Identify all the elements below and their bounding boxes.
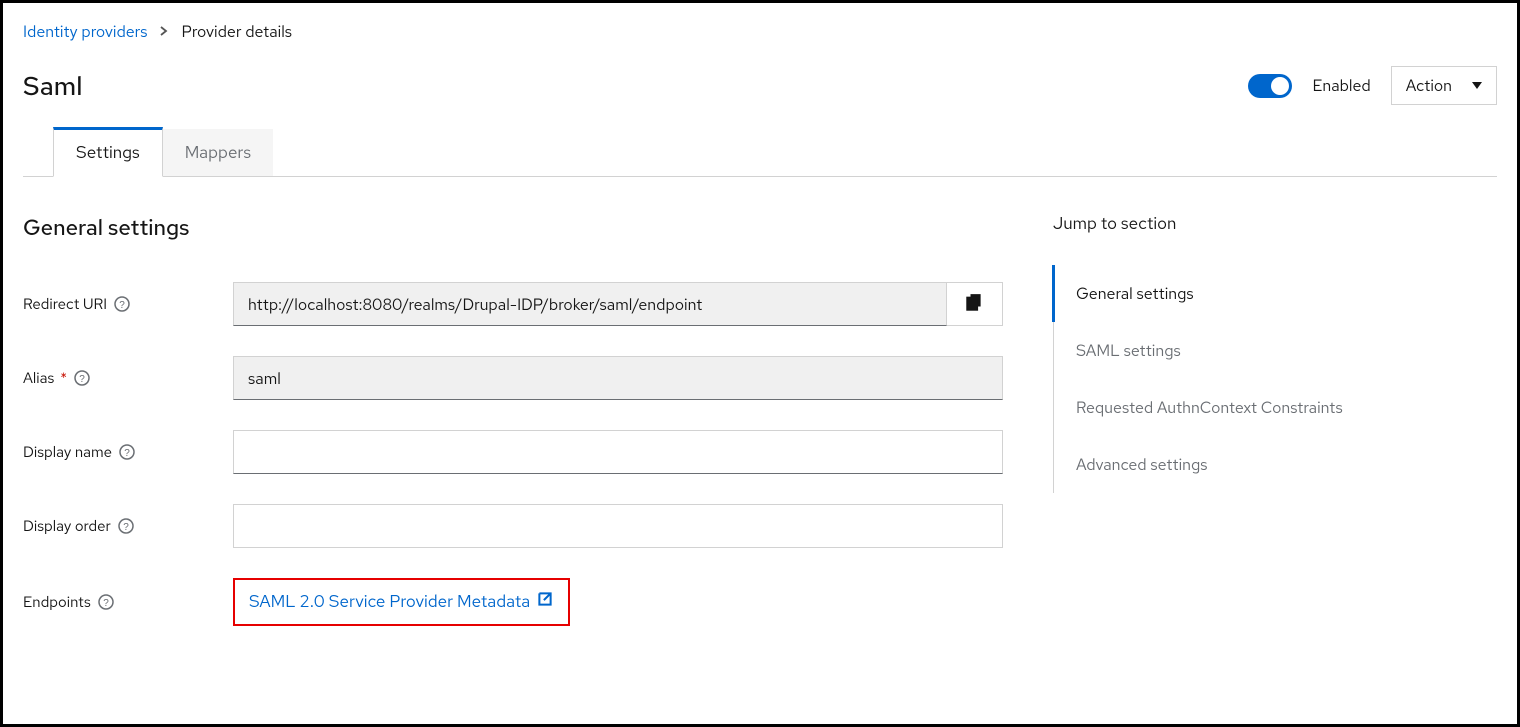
row-display-name: Display name ? <box>23 430 1003 474</box>
help-icon[interactable]: ? <box>73 369 91 387</box>
row-display-order: Display order ? <box>23 504 1003 548</box>
required-indicator: * <box>60 368 67 388</box>
chevron-right-icon <box>159 24 169 40</box>
row-alias: Alias * ? saml <box>23 356 1003 400</box>
label-redirect-uri-text: Redirect URI <box>23 294 107 314</box>
svg-text:?: ? <box>124 448 130 459</box>
svg-text:?: ? <box>103 598 109 609</box>
jump-list: General settings SAML settings Requested… <box>1053 265 1497 493</box>
label-redirect-uri: Redirect URI ? <box>23 294 233 314</box>
tab-settings[interactable]: Settings <box>53 127 163 177</box>
jump-item-advanced[interactable]: Advanced settings <box>1054 436 1497 493</box>
label-display-order-text: Display order <box>23 516 111 536</box>
enabled-toggle[interactable] <box>1248 74 1292 98</box>
breadcrumb-root-link[interactable]: Identity providers <box>23 21 147 42</box>
display-name-input[interactable] <box>233 430 1003 474</box>
breadcrumb-current: Provider details <box>181 21 292 42</box>
jump-item-saml[interactable]: SAML settings <box>1054 322 1497 379</box>
breadcrumb: Identity providers Provider details <box>23 21 1497 42</box>
help-icon[interactable]: ? <box>97 593 115 611</box>
help-icon[interactable]: ? <box>118 443 136 461</box>
label-alias: Alias * ? <box>23 368 233 388</box>
label-endpoints-text: Endpoints <box>23 592 91 612</box>
tab-mappers[interactable]: Mappers <box>163 129 273 176</box>
tabs: Settings Mappers <box>23 127 1497 177</box>
alias-field: saml <box>233 356 1003 400</box>
jump-item-authn[interactable]: Requested AuthnContext Constraints <box>1054 379 1497 436</box>
label-display-name: Display name ? <box>23 442 233 462</box>
saml-metadata-link-text: SAML 2.0 Service Provider Metadata <box>249 591 530 613</box>
label-endpoints: Endpoints ? <box>23 592 233 612</box>
main-panel: General settings Redirect URI ? http://l… <box>23 213 1003 656</box>
header-actions: Enabled Action <box>1248 66 1497 105</box>
copy-icon <box>966 293 984 316</box>
saml-metadata-link[interactable]: SAML 2.0 Service Provider Metadata <box>249 590 554 614</box>
section-title-general: General settings <box>23 213 1003 242</box>
row-redirect-uri: Redirect URI ? http://localhost:8080/rea… <box>23 282 1003 326</box>
label-alias-text: Alias <box>23 368 54 388</box>
action-dropdown[interactable]: Action <box>1391 66 1497 105</box>
help-icon[interactable]: ? <box>113 295 131 313</box>
enabled-toggle-label: Enabled <box>1312 75 1370 96</box>
label-display-name-text: Display name <box>23 442 112 462</box>
row-endpoints: Endpoints ? SAML 2.0 Service Provider Me… <box>23 578 1003 626</box>
toggle-knob <box>1271 77 1289 95</box>
page-title: Saml <box>23 69 82 103</box>
jump-to-section: Jump to section General settings SAML se… <box>1053 213 1497 656</box>
jump-title: Jump to section <box>1053 213 1497 235</box>
svg-text:?: ? <box>119 300 125 311</box>
endpoints-highlight: SAML 2.0 Service Provider Metadata <box>233 578 570 626</box>
external-link-icon <box>536 590 554 614</box>
page-header: Saml Enabled Action <box>23 66 1497 105</box>
caret-down-icon <box>1472 82 1482 89</box>
label-display-order: Display order ? <box>23 516 233 536</box>
copy-button[interactable] <box>947 282 1003 326</box>
svg-text:?: ? <box>79 374 85 385</box>
jump-item-general[interactable]: General settings <box>1052 265 1497 322</box>
svg-text:?: ? <box>123 522 129 533</box>
help-icon[interactable]: ? <box>117 517 135 535</box>
action-dropdown-label: Action <box>1406 75 1452 96</box>
display-order-input[interactable] <box>233 504 1003 548</box>
redirect-uri-field: http://localhost:8080/realms/Drupal-IDP/… <box>233 282 947 326</box>
